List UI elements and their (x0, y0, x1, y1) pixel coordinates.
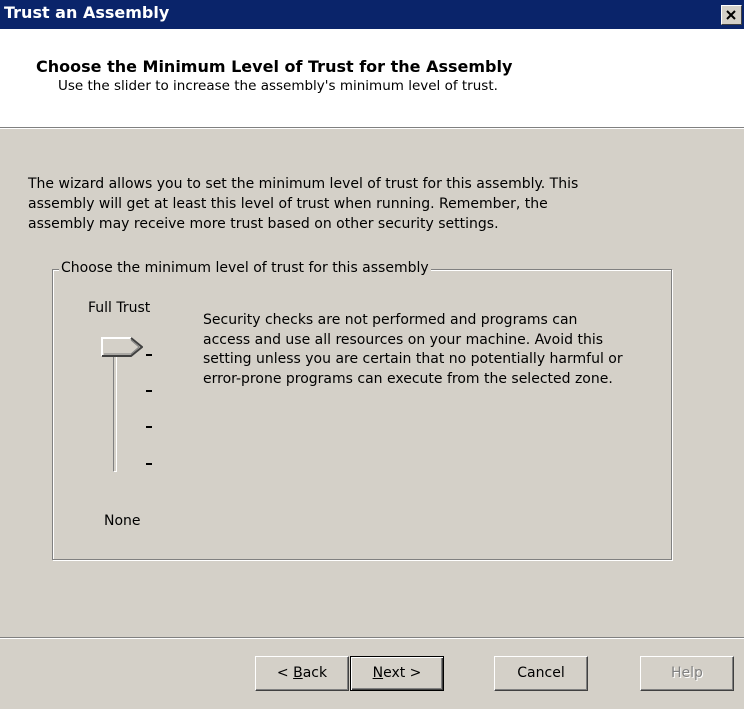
window-title: Trust an Assembly (4, 3, 170, 22)
close-button[interactable] (721, 5, 742, 25)
description-line: setting unless you are certain that no p… (203, 351, 623, 367)
trust-slider-thumb[interactable] (101, 337, 143, 357)
intro-text: The wizard allows you to set the minimum… (28, 174, 688, 234)
trust-slider-track[interactable] (113, 348, 117, 472)
trust-assembly-dialog: Trust an Assembly Choose the Minimum Lev… (0, 0, 744, 709)
page-title: Choose the Minimum Level of Trust for th… (36, 57, 513, 76)
slider-tick (146, 354, 152, 356)
slider-tick (146, 426, 152, 428)
intro-line: assembly may receive more trust based on… (28, 216, 499, 232)
intro-line: The wizard allows you to set the minimum… (28, 176, 579, 192)
slider-bottom-label: None (104, 513, 141, 529)
description-line: access and use all resources on your mac… (203, 331, 604, 348)
back-button-prefix: < (276, 665, 294, 681)
intro-line: assembly will get at least this level of… (28, 196, 548, 212)
slider-tick (146, 463, 152, 465)
slider-top-label: Full Trust (88, 300, 151, 316)
slider-tick (146, 390, 152, 392)
page-subtitle: Use the slider to increase the assembly'… (58, 78, 498, 94)
title-bar[interactable]: Trust an Assembly (0, 0, 744, 29)
next-button-mnemonic: N (372, 665, 384, 681)
back-button[interactable]: < Back (255, 656, 349, 691)
back-button-mnemonic: B (293, 665, 303, 681)
description-line: error-prone programs can execute from th… (203, 370, 613, 387)
close-icon (726, 10, 736, 20)
description-line: Security checks are not performed and pr… (203, 312, 578, 328)
footer-divider-highlight (0, 638, 744, 639)
trust-level-description: Security checks are not performed and pr… (203, 311, 663, 389)
next-button[interactable]: Next > (350, 656, 444, 691)
groupbox-legend: Choose the minimum level of trust for th… (59, 260, 431, 276)
back-button-rest: ack (302, 665, 328, 681)
help-button[interactable]: Help (640, 656, 734, 691)
header-divider (0, 128, 744, 129)
next-button-rest: ext > (383, 665, 422, 681)
cancel-button[interactable]: Cancel (494, 656, 588, 691)
wizard-header: Choose the Minimum Level of Trust for th… (0, 29, 744, 128)
